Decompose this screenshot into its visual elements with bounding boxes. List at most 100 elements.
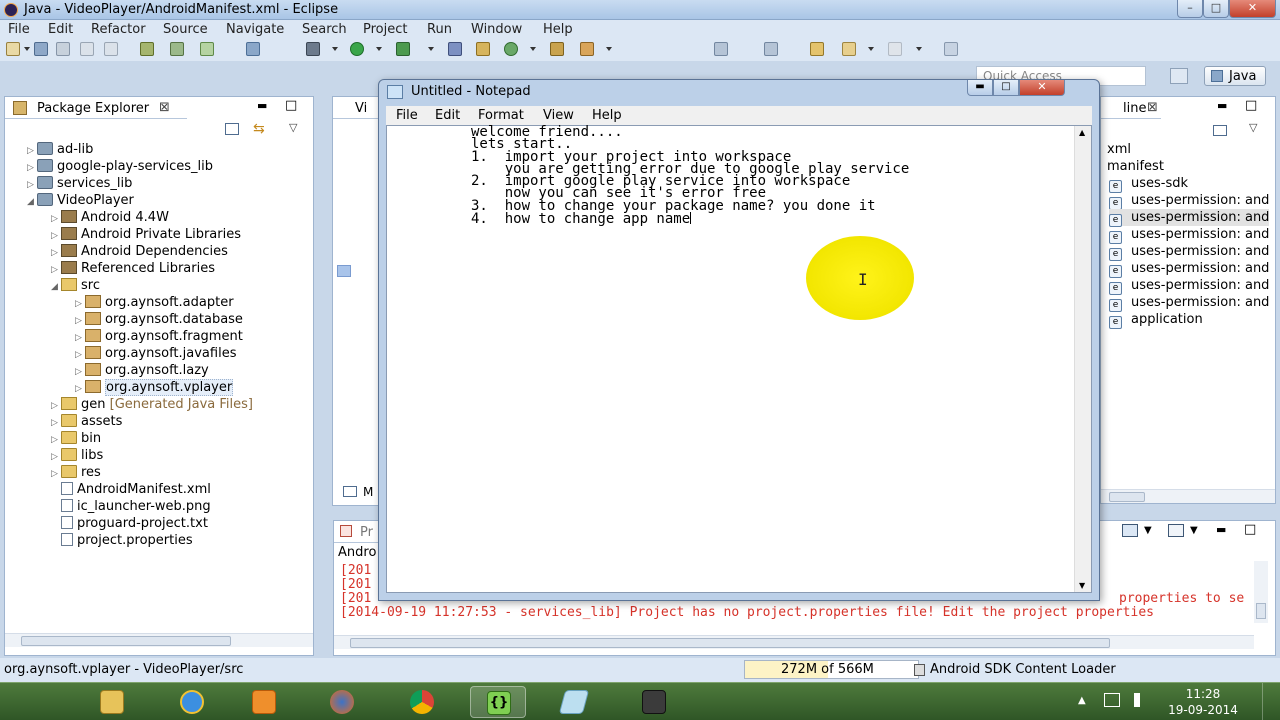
outline-item-application[interactable]: e application [1109,311,1203,329]
maximize-view-icon[interactable]: □ [1244,522,1256,537]
menu-help[interactable]: Help [543,22,573,37]
tree-item-referenced-libraries[interactable]: ▷ Referenced Libraries [51,260,215,277]
menu-search[interactable]: Search [302,22,347,37]
outline-item-uses-permission[interactable]: e uses-permission: and [1109,277,1269,295]
dropdown-arrow-icon[interactable] [868,47,874,51]
menu-project[interactable]: Project [363,22,407,37]
taskbar-eraser-tool[interactable] [546,686,602,718]
tree-item-package-lazy[interactable]: ▷ org.aynsoft.lazy [75,362,209,379]
new-project-icon[interactable] [246,42,260,56]
scroll-down-icon[interactable]: ▼ [1079,581,1085,590]
garbage-collect-icon[interactable] [914,664,925,676]
tree-item-package-fragment[interactable]: ▷ org.aynsoft.fragment [75,328,243,345]
scroll-up-icon[interactable]: ▲ [1079,128,1085,137]
console-hscroll[interactable] [334,635,1254,649]
outline-collapse-icon[interactable] [1213,125,1227,136]
run-icon[interactable] [350,42,364,56]
outline-hscroll[interactable] [1101,489,1275,503]
heap-status[interactable]: 272M of 566M [744,660,919,679]
tree-item-android-4-4w[interactable]: ▷ Android 4.4W [51,209,169,226]
minimize-view-icon[interactable]: ▬ [257,99,267,112]
dropdown-arrow-icon[interactable] [24,47,30,51]
minimize-view-icon[interactable]: ▬ [1217,99,1227,112]
search-icon[interactable] [580,42,594,56]
menu-edit[interactable]: Edit [48,22,73,37]
tree-item-services-lib[interactable]: ▷ services_lib [27,175,132,192]
minimize-view-icon[interactable]: ▬ [1216,523,1226,536]
outline-item-xml[interactable]: xml [1107,141,1131,158]
taskbar-media-player[interactable] [236,686,292,718]
outline-item-uses-permission[interactable]: e uses-permission: and [1109,226,1269,244]
tree-item-gen[interactable]: ▷ gen [Generated Java Files] [51,396,253,413]
dropdown-arrow-icon[interactable] [332,47,338,51]
scroll-thumb[interactable] [350,638,1110,648]
back-icon[interactable] [842,42,856,56]
view-menu-icon[interactable]: ▽ [1249,121,1257,134]
maximize-view-icon[interactable]: □ [1245,98,1257,113]
coverage-icon[interactable] [448,42,462,56]
menu-window[interactable]: Window [471,22,522,37]
dropdown-arrow-icon[interactable] [530,47,536,51]
open-console-icon[interactable] [1168,524,1184,537]
close-tab-icon[interactable]: ⊠ [159,100,170,115]
tree-item-package-vplayer[interactable]: ▷ org.aynsoft.vplayer [75,379,234,396]
dropdown-arrow-icon[interactable]: ▼ [1190,525,1198,536]
tree-item-proguard[interactable]: proguard-project.txt [61,515,208,532]
notepad-close-button[interactable]: ✕ [1019,80,1065,96]
outline-item-uses-permission[interactable]: e uses-permission: and [1109,209,1270,227]
menu-source[interactable]: Source [163,22,208,37]
tree-item-package-adapter[interactable]: ▷ org.aynsoft.adapter [75,294,234,311]
pin-editor-icon[interactable] [944,42,958,56]
close-tab-icon[interactable]: ⊠ [1147,100,1158,115]
tree-item-android-private-libraries[interactable]: ▷ Android Private Libraries [51,226,241,243]
volume-icon[interactable] [1134,693,1148,707]
tree-item-libs[interactable]: ▷ libs [51,447,103,464]
new-class-icon[interactable] [504,42,518,56]
tree-item-project-properties[interactable]: project.properties [61,532,193,549]
last-edit-icon[interactable] [810,42,824,56]
lint-icon[interactable] [200,42,214,56]
outline-item-uses-sdk[interactable]: e uses-sdk [1109,175,1188,193]
maximize-button[interactable]: □ [1203,0,1229,18]
show-desktop-button[interactable] [1262,683,1280,720]
outline-item-manifest[interactable]: manifest [1107,158,1164,175]
show-hidden-icons-icon[interactable]: ▲ [1078,695,1086,706]
tree-item-assets[interactable]: ▷ assets [51,413,122,430]
tab-problems[interactable]: Pr [334,521,384,543]
minimize-button[interactable]: – [1177,0,1203,18]
notepad-maximize-button[interactable]: □ [993,80,1019,96]
close-button[interactable]: ✕ [1229,0,1276,18]
taskbar-camera[interactable] [626,686,682,718]
taskbar-clock[interactable]: 11:28 19-09-2014 [1168,686,1238,718]
network-icon[interactable] [1104,693,1120,707]
tree-item-ic-launcher[interactable]: ic_launcher-web.png [61,498,211,515]
display-console-icon[interactable] [1122,524,1138,537]
tree-item-package-javafiles[interactable]: ▷ org.aynsoft.javafiles [75,345,236,362]
java-perspective-button[interactable]: Java [1204,66,1266,86]
open-perspective-icon[interactable] [1170,68,1188,84]
dropdown-arrow-icon[interactable] [428,47,434,51]
tree-item-res[interactable]: ▷ res [51,464,101,481]
tab-package-explorer[interactable]: Package Explorer ⊠ [5,97,187,119]
debug-icon[interactable] [306,42,320,56]
save-all-icon[interactable] [56,42,70,56]
taskbar-firefox[interactable] [314,686,370,718]
package-explorer-hscroll[interactable] [5,633,313,647]
collapse-all-icon[interactable] [225,123,239,135]
android-sdk-icon[interactable] [140,42,154,56]
menu-run[interactable]: Run [427,22,452,37]
editor-bottom-tab[interactable]: M [343,485,373,499]
tree-item-package-database[interactable]: ▷ org.aynsoft.database [75,311,243,328]
console-vscroll[interactable] [1254,561,1268,623]
taskbar-internet-explorer[interactable] [164,686,220,718]
save-icon[interactable] [34,42,48,56]
notepad-menu-edit[interactable]: Edit [435,108,460,123]
maximize-view-icon[interactable]: □ [285,98,297,113]
taskbar-chrome[interactable] [394,686,450,718]
notepad-menu-view[interactable]: View [543,108,574,123]
scroll-thumb[interactable] [1109,492,1145,502]
link-with-editor-icon[interactable]: ⇆ [253,121,265,137]
run-external-icon[interactable] [396,42,410,56]
outline-item-uses-permission[interactable]: e uses-permission: and [1109,243,1269,261]
tree-item-android-dependencies[interactable]: ▷ Android Dependencies [51,243,228,260]
